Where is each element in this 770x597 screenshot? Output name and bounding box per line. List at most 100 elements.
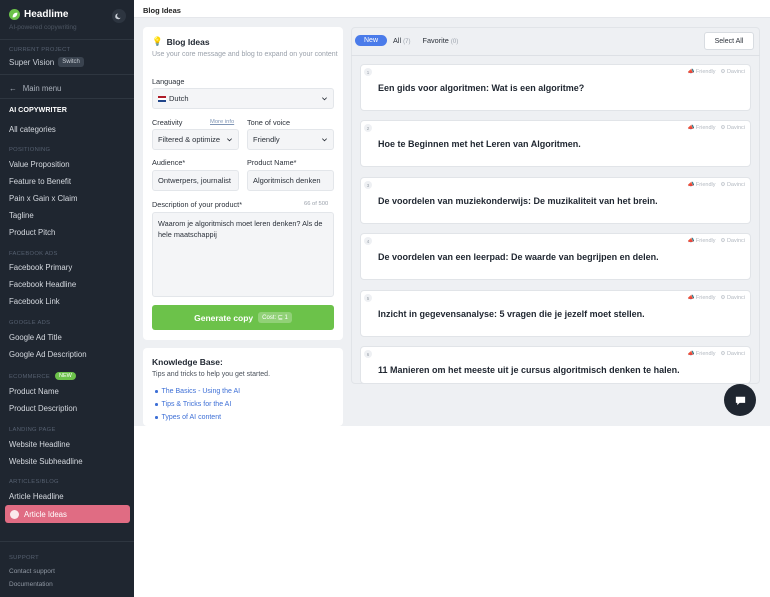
tone-value: Friendly — [253, 135, 280, 144]
bullet-icon — [155, 416, 158, 419]
idea-card[interactable]: 2 📣 Friendly ⚙ Davinci Hoe te Beginnen me… — [360, 120, 751, 167]
cost-badge: Cost: ⊑ 1 — [258, 312, 292, 323]
sidebar-item-tagline[interactable]: Tagline — [9, 211, 34, 220]
sidebar-item-google-ad-description[interactable]: Google Ad Description — [9, 350, 87, 359]
dark-mode-toggle[interactable] — [112, 9, 126, 23]
sidebar-item-facebook-link[interactable]: Facebook Link — [9, 297, 60, 306]
idea-card[interactable]: 5 📣 Friendly ⚙ Davinci Inzicht in gegeven… — [360, 290, 751, 337]
megaphone-icon-label: 📣 Friendly — [687, 182, 716, 188]
ai-avatar-icon — [10, 509, 19, 519]
idea-number: 4 — [364, 237, 372, 245]
sidebar-item-google-ad-title[interactable]: Google Ad Title — [9, 333, 62, 342]
description-label: Description of your product* — [152, 200, 243, 209]
idea-text: Een gids voor algoritmen: Wat is een alg… — [378, 83, 585, 93]
current-project-label: CURRENT PROJECT — [9, 47, 71, 53]
divider — [0, 541, 134, 542]
sidebar-item-feature-to-benefit[interactable]: Feature to Benefit — [9, 177, 71, 186]
tone-select[interactable]: Friendly — [247, 129, 334, 150]
sidebar-item-article-headline[interactable]: Article Headline — [9, 492, 64, 501]
idea-meta: 📣 Friendly ⚙ Davinci — [688, 351, 745, 357]
megaphone-icon-label: 📣 Friendly — [687, 295, 716, 301]
language-select[interactable]: Dutch — [152, 88, 334, 109]
sidebar-item-value-proposition[interactable]: Value Proposition — [9, 160, 70, 169]
generate-label: Generate copy — [194, 312, 254, 323]
sidebar-item-documentation[interactable]: Documentation — [9, 581, 53, 588]
idea-card[interactable]: 3 📣 Friendly ⚙ Davinci De voordelen van m… — [360, 177, 751, 224]
results-tabs: New All (7) Favorite (0) — [355, 35, 458, 46]
sidebar-item-website-headline[interactable]: Website Headline — [9, 440, 70, 449]
more-info-link[interactable]: More info — [210, 119, 234, 125]
engine-icon-label: ⚙ Davinci — [720, 125, 745, 131]
product-name-label: Product Name* — [247, 158, 297, 167]
char-counter: 66 of 500 — [304, 201, 329, 207]
page-title: Blog Ideas — [143, 6, 181, 15]
kb-link-basics[interactable]: The Basics - Using the AI — [155, 388, 240, 395]
google-ads-label: GOOGLE ADS — [9, 320, 51, 326]
tab-all-count: (7) — [403, 39, 411, 45]
form-title: 💡 Blog Ideas — [152, 36, 210, 47]
chat-support-button[interactable] — [724, 384, 756, 416]
sidebar-item-product-name[interactable]: Product Name — [9, 387, 59, 396]
tab-favorite-label: Favorite — [422, 36, 449, 45]
chevron-down-icon — [322, 138, 327, 142]
results-divider — [351, 55, 760, 56]
idea-card[interactable]: 6 📣 Friendly ⚙ Davinci 11 Manieren om het… — [360, 346, 751, 384]
chevron-down-icon — [322, 97, 327, 101]
idea-card[interactable]: 1 📣 Friendly ⚙ Davinci Een gids voor algo… — [360, 64, 751, 111]
description-textarea[interactable]: Waarom je algoritmisch moet leren denken… — [152, 212, 334, 297]
creativity-value: Filtered & optimize — [158, 135, 221, 144]
kb-link-types[interactable]: Types of AI content — [155, 414, 221, 421]
kb-link-label: Tips & Tricks for the AI — [161, 401, 232, 408]
engine-icon-label: ⚙ Davinci — [720, 238, 745, 244]
divider — [0, 74, 134, 75]
form-title-text: Blog Ideas — [166, 36, 210, 47]
arrow-left-icon: ← — [9, 84, 17, 93]
tab-all-label: All — [393, 36, 402, 45]
sidebar-item-facebook-headline[interactable]: Facebook Headline — [9, 280, 76, 289]
kb-link-label: Types of AI content — [161, 414, 222, 421]
sidebar-item-contact-support[interactable]: Contact support — [9, 568, 55, 575]
sidebar-item-pain-gain-claim[interactable]: Pain x Gain x Claim — [9, 194, 77, 203]
creativity-select[interactable]: Filtered & optimize — [152, 129, 239, 150]
product-name-input[interactable]: Algoritmisch denken — [247, 170, 334, 191]
articles-blog-label: ARTICLES/BLOG — [9, 479, 59, 485]
landing-page-label: LANDING PAGE — [9, 427, 56, 433]
sidebar-item-all-categories[interactable]: All categories — [9, 125, 56, 134]
chevron-down-icon — [227, 138, 232, 142]
language-value: Dutch — [169, 94, 189, 103]
knowledge-base-card: Knowledge Base: Tips and tricks to help … — [143, 348, 343, 426]
brand-name: Headlime — [24, 9, 69, 20]
audience-input[interactable]: Ontwerpers, journalist — [152, 170, 239, 191]
sidebar-item-website-subheadline[interactable]: Website Subheadline — [9, 457, 83, 466]
kb-link-tips[interactable]: Tips & Tricks for the AI — [155, 401, 231, 408]
megaphone-icon-label: 📣 Friendly — [687, 69, 716, 75]
tone-label: Tone of voice — [247, 118, 290, 127]
tab-favorite[interactable]: Favorite (0) — [423, 36, 459, 45]
idea-text: Hoe te Beginnen met het Leren van Algori… — [378, 139, 581, 149]
facebook-ads-label: FACEBOOK ADS — [9, 251, 58, 257]
megaphone-icon-label: 📣 Friendly — [687, 125, 716, 131]
tab-all[interactable]: All (7) — [393, 36, 410, 45]
engine-icon-label: ⚙ Davinci — [720, 69, 745, 75]
select-all-button[interactable]: Select All — [704, 32, 754, 50]
sidebar-item-article-ideas[interactable]: Article Ideas — [5, 505, 130, 523]
switch-project-button[interactable]: Switch — [58, 57, 84, 67]
sidebar-item-facebook-primary[interactable]: Facebook Primary — [9, 263, 72, 272]
tab-new[interactable]: New — [355, 35, 388, 46]
bullet-icon — [155, 403, 158, 406]
idea-meta: 📣 Friendly ⚙ Davinci — [688, 295, 745, 301]
idea-number: 6 — [364, 350, 372, 358]
main-menu-link[interactable]: ← Main menu — [9, 84, 61, 93]
idea-meta: 📣 Friendly ⚙ Davinci — [688, 69, 745, 75]
engine-icon-label: ⚙ Davinci — [720, 182, 745, 188]
divider — [0, 98, 134, 99]
idea-card[interactable]: 4 📣 Friendly ⚙ Davinci De voordelen van e… — [360, 233, 751, 280]
brand[interactable]: Headlime — [9, 9, 68, 20]
sidebar-item-product-pitch[interactable]: Product Pitch — [9, 228, 55, 237]
engine-icon-label: ⚙ Davinci — [720, 295, 745, 301]
idea-number: 5 — [364, 294, 372, 302]
generate-copy-button[interactable]: Generate copy Cost: ⊑ 1 — [152, 305, 334, 330]
leaf-logo-icon — [9, 9, 20, 20]
sidebar-item-label: Article Ideas — [24, 509, 67, 519]
sidebar-item-product-description[interactable]: Product Description — [9, 404, 77, 413]
